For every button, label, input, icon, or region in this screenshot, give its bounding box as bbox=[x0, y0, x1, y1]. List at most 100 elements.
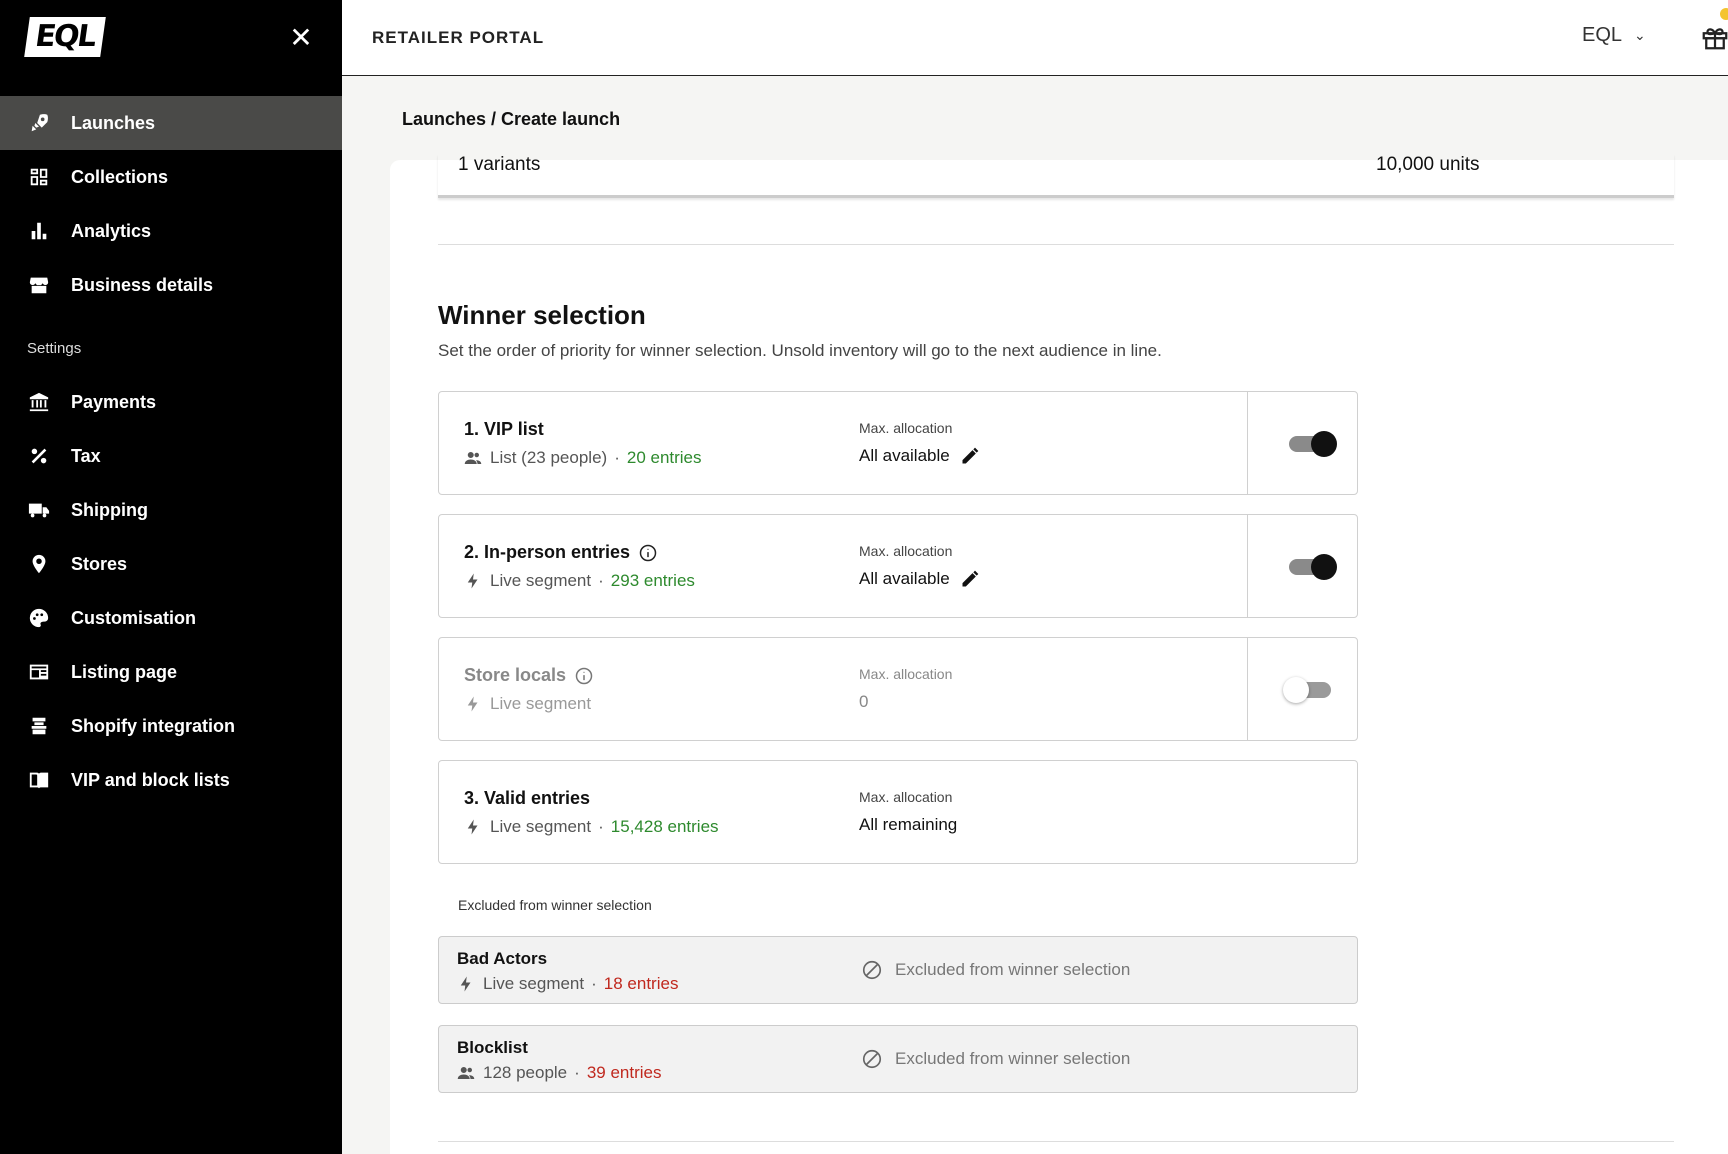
winner-selection-title: Winner selection bbox=[438, 300, 646, 330]
breadcrumb: Launches / Create launch bbox=[402, 109, 621, 129]
row-name: 1. VIP list bbox=[464, 419, 544, 439]
sidebar-item-payments[interactable]: Payments bbox=[0, 375, 342, 429]
row-name: Store locals bbox=[464, 665, 594, 686]
account-name: EQL bbox=[1582, 24, 1623, 46]
section-divider bbox=[438, 244, 1674, 245]
settings-section-label: Settings bbox=[27, 340, 82, 357]
sidebar-item-shopify-integration[interactable]: Shopify integration bbox=[0, 699, 342, 753]
alloc-label: Max. allocation bbox=[859, 666, 953, 682]
alloc-label: Max. allocation bbox=[859, 420, 953, 436]
in-person-toggle[interactable] bbox=[1289, 553, 1337, 580]
sidebar-item-stores[interactable]: Stores bbox=[0, 537, 342, 591]
sidebar-item-label: Listing page bbox=[71, 661, 178, 682]
sidebar-item-label: Tax bbox=[71, 445, 101, 466]
bolt-icon bbox=[467, 573, 478, 589]
block-icon bbox=[862, 1049, 882, 1069]
priority-row-valid-entries[interactable]: 3. Valid entries Live segment · 15,428 ent… bbox=[438, 760, 1358, 864]
account-switcher[interactable]: EQL ⌄ bbox=[1582, 24, 1646, 47]
row-meta: List (23 people) · 20 entries bbox=[464, 448, 702, 468]
alloc-value: All available bbox=[859, 569, 980, 589]
chevron-down-icon: ⌄ bbox=[1634, 27, 1646, 43]
excluded-status: Excluded from winner selection bbox=[861, 959, 1130, 981]
sidebar-item-listing-page[interactable]: Listing page bbox=[0, 645, 342, 699]
sidebar-item-label: Shopify integration bbox=[71, 715, 235, 736]
sidebar-item-label: Collections bbox=[71, 166, 169, 187]
map-pin-icon bbox=[27, 552, 51, 576]
page-title: RETAILER PORTAL bbox=[372, 28, 545, 47]
toggle-divider bbox=[1247, 515, 1248, 617]
storefront-icon bbox=[27, 273, 51, 297]
primary-nav: Launches Collections Analytics Business … bbox=[0, 96, 342, 312]
sidebar-item-business-details[interactable]: Business details bbox=[0, 258, 342, 312]
priority-row-in-person[interactable]: 2. In-person entries Live segment · 293 en… bbox=[438, 514, 1358, 618]
alloc-value: All available bbox=[859, 446, 980, 466]
variants-count: 1 variants bbox=[458, 154, 541, 175]
sidebar-item-label: Payments bbox=[71, 391, 157, 412]
row-meta: Live segment · 293 entries bbox=[464, 571, 695, 591]
alloc-label: Max. allocation bbox=[859, 543, 953, 559]
sidebar-item-label: VIP and block lists bbox=[71, 769, 230, 790]
sidebar-item-collections[interactable]: Collections bbox=[0, 150, 342, 204]
shopify-icon bbox=[27, 714, 51, 738]
entries-count: 39 entries bbox=[586, 1063, 662, 1082]
people-icon bbox=[464, 452, 482, 464]
sidebar-item-tax[interactable]: Tax bbox=[0, 429, 342, 483]
sidebar-item-label: Launches bbox=[71, 112, 156, 133]
row-meta: Live segment · 15,428 entries bbox=[464, 817, 719, 837]
info-icon[interactable] bbox=[574, 666, 594, 686]
sidebar-item-label: Analytics bbox=[71, 220, 152, 241]
row-meta: 128 people · 39 entries bbox=[457, 1063, 661, 1083]
sidebar-item-vip-block-lists[interactable]: VIP and block lists bbox=[0, 753, 342, 807]
bolt-icon bbox=[460, 976, 471, 992]
pencil-icon[interactable] bbox=[960, 446, 980, 466]
row-name: 3. Valid entries bbox=[464, 788, 591, 808]
sidebar-header: EQL ✕ bbox=[0, 0, 342, 76]
info-icon[interactable] bbox=[638, 543, 658, 563]
excluded-row-bad-actors[interactable]: Bad Actors Live segment · 18 entries Exclu… bbox=[438, 936, 1358, 1004]
block-icon bbox=[862, 960, 882, 980]
toggle-divider bbox=[1247, 392, 1248, 494]
settings-nav: Payments Tax Shipping Stores Customisati… bbox=[0, 375, 342, 807]
entries-count: 20 entries bbox=[626, 448, 702, 467]
toggle-divider bbox=[1247, 638, 1248, 740]
gift-icon[interactable] bbox=[1700, 22, 1728, 52]
sidebar-item-label: Stores bbox=[71, 553, 128, 574]
rocket-icon bbox=[27, 111, 51, 135]
sidebar-item-customisation[interactable]: Customisation bbox=[0, 591, 342, 645]
vip-list-toggle[interactable] bbox=[1289, 430, 1337, 457]
alloc-label: Max. allocation bbox=[859, 789, 953, 805]
close-icon[interactable]: ✕ bbox=[287, 24, 315, 52]
row-meta: Live segment · 18 entries bbox=[457, 974, 678, 994]
row-name: 2. In-person entries bbox=[464, 542, 658, 563]
truck-icon bbox=[27, 498, 51, 522]
sidebar: EQL ✕ Launches Collections Analytics Bus… bbox=[0, 0, 342, 1154]
sidebar-item-launches[interactable]: Launches bbox=[0, 96, 342, 150]
variants-summary-row: 1 variants 10,000 units bbox=[438, 154, 1674, 198]
grid-icon bbox=[27, 165, 51, 189]
eql-logo[interactable]: EQL bbox=[24, 17, 106, 57]
percent-icon bbox=[27, 444, 51, 468]
bolt-icon bbox=[467, 696, 478, 712]
entries-count: 293 entries bbox=[610, 571, 695, 590]
sidebar-item-label: Shipping bbox=[71, 499, 148, 520]
sidebar-item-analytics[interactable]: Analytics bbox=[0, 204, 342, 258]
section-divider bbox=[438, 1141, 1674, 1142]
bank-icon bbox=[27, 390, 51, 414]
units-count: 10,000 units bbox=[1376, 154, 1480, 175]
priority-row-store-locals[interactable]: Store locals Live segment Max. allocatio… bbox=[438, 637, 1358, 741]
sidebar-item-label: Business details bbox=[71, 274, 214, 295]
pencil-icon[interactable] bbox=[960, 569, 980, 589]
notification-badge bbox=[1720, 8, 1728, 20]
sidebar-item-label: Customisation bbox=[71, 607, 197, 628]
row-meta: Live segment bbox=[464, 694, 591, 714]
store-locals-toggle[interactable] bbox=[1283, 676, 1335, 703]
bolt-icon bbox=[467, 819, 478, 835]
sidebar-item-shipping[interactable]: Shipping bbox=[0, 483, 342, 537]
entries-count: 15,428 entries bbox=[610, 817, 719, 836]
book-icon bbox=[27, 768, 51, 792]
top-header: RETAILER PORTAL EQL ⌄ bbox=[342, 0, 1728, 76]
priority-row-vip-list[interactable]: 1. VIP list List (23 people) · 20 entries … bbox=[438, 391, 1358, 495]
excluded-status: Excluded from winner selection bbox=[861, 1048, 1130, 1070]
excluded-section-label: Excluded from winner selection bbox=[458, 897, 652, 913]
excluded-row-blocklist[interactable]: Blocklist 128 people · 39 entries Excluded… bbox=[438, 1025, 1358, 1093]
